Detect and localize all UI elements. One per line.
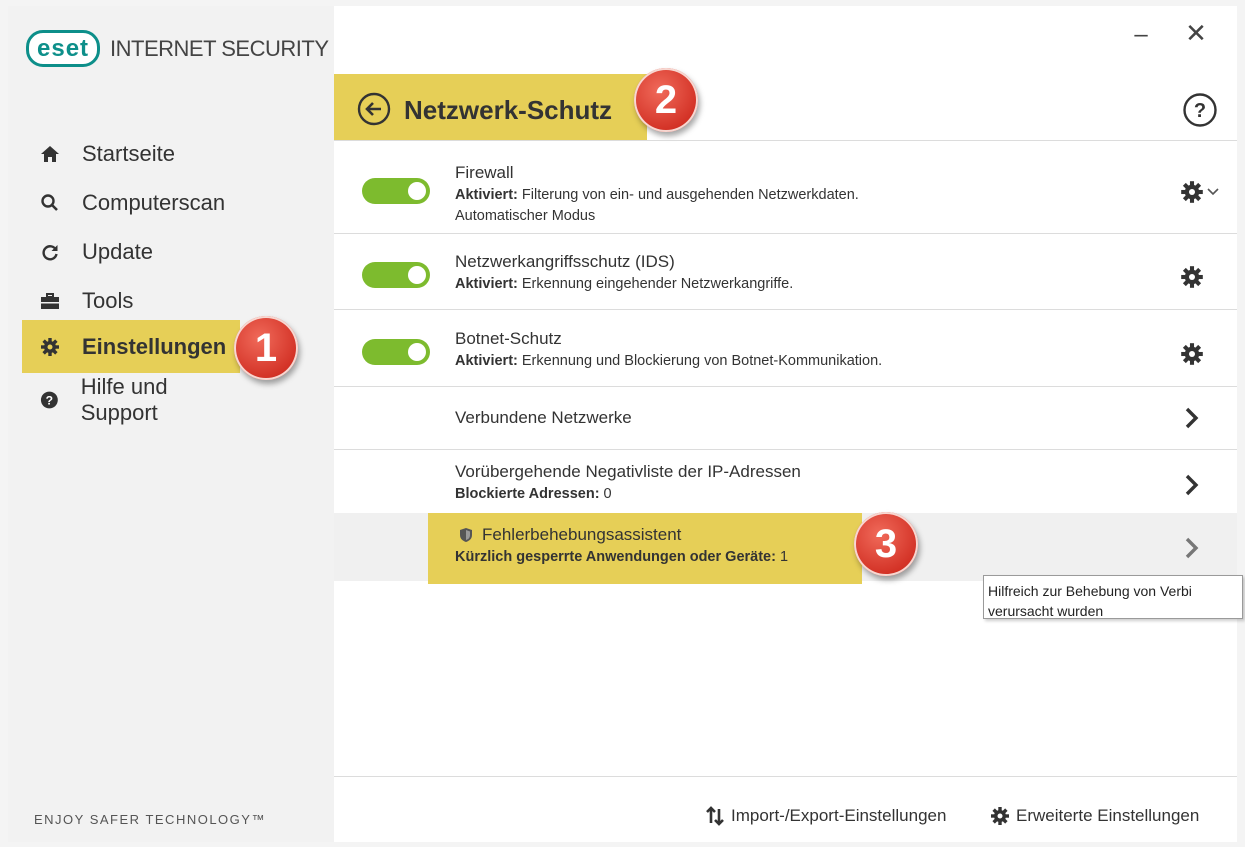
svg-text:?: ?: [46, 393, 53, 407]
firewall-title: Firewall: [455, 163, 514, 182]
troubleshoot-status: Kürzlich gesperrte Anwendungen oder Gerä…: [455, 549, 788, 565]
firewall-toggle[interactable]: [362, 178, 430, 204]
briefcase-icon: [41, 292, 59, 309]
back-arrow-icon[interactable]: [357, 92, 391, 126]
chevron-right-icon[interactable]: [1181, 405, 1201, 431]
ids-status: Aktiviert: Erkennung eingehender Netzwer…: [455, 276, 793, 292]
sidebar-item-hilfe[interactable]: ? Hilfe und Support: [22, 373, 240, 426]
sidebar-item-label: Hilfe und Support: [80, 373, 168, 425]
search-icon: [41, 193, 58, 211]
tooltip: Hilfreich zur Behebung von Verbi verursa…: [983, 575, 1243, 619]
sidebar-item-startseite[interactable]: Startseite: [22, 127, 240, 180]
tooltip-line-1: Hilfreich zur Behebung von Verbi: [988, 583, 1192, 599]
import-export-label: Import-/Export-Einstellungen: [731, 806, 947, 825]
botnet-title: Botnet-Schutz: [455, 329, 562, 348]
close-button[interactable]: ✕: [1178, 18, 1214, 54]
status-description: Erkennung eingehender Netzwerkangriffe.: [517, 276, 794, 292]
status-description: Filterung von ein- und ausgehenden Netzw…: [517, 187, 859, 203]
chevron-down-icon[interactable]: [1206, 185, 1220, 199]
ids-toggle[interactable]: [362, 262, 430, 288]
networks-title: Verbundene Netzwerke: [455, 408, 632, 427]
botnet-toggle[interactable]: [362, 339, 430, 365]
advanced-settings-button[interactable]: Erweiterte Einstellungen: [990, 806, 1199, 826]
sidebar-item-computerscan[interactable]: Computerscan: [22, 176, 240, 229]
blacklist-status: Blockierte Adressen: 0: [455, 486, 612, 502]
ids-row: Netzwerkangriffsschutz (IDS) Aktiviert: …: [334, 234, 1237, 309]
blocked-label: Blockierte Adressen:: [455, 486, 600, 502]
product-name: INTERNET SECURITY: [110, 35, 329, 61]
annotation-badge-3: 3: [854, 512, 918, 576]
logo-text: eset: [37, 34, 90, 62]
gear-icon: [41, 337, 59, 356]
logo: eset INTERNET SECURITY: [26, 30, 329, 67]
import-export-button[interactable]: Import-/Export-Einstellungen: [705, 806, 946, 826]
help-circle-icon: ?: [40, 391, 58, 408]
help-icon[interactable]: ?: [1182, 92, 1218, 128]
tagline: ENJOY SAFER TECHNOLOGY™: [34, 812, 266, 827]
blocked-count: 0: [599, 486, 612, 502]
status-label: Aktiviert:: [455, 276, 518, 292]
sidebar-item-label: Startseite: [82, 140, 175, 166]
status-description: Erkennung und Blockierung von Botnet-Kom…: [517, 353, 883, 369]
ids-title: Netzwerkangriffsschutz (IDS): [455, 252, 675, 271]
advanced-settings-label: Erweiterte Einstellungen: [1016, 806, 1200, 825]
troubleshoot-row[interactable]: Fehlerbehebungsassistent Kürzlich gesper…: [334, 513, 1237, 581]
botnet-row: Botnet-Schutz Aktiviert: Erkennung und B…: [334, 310, 1237, 386]
svg-text:?: ?: [1194, 100, 1206, 122]
sidebar-item-update[interactable]: Update: [22, 225, 240, 278]
sidebar: eset INTERNET SECURITY Startseite Comput…: [8, 6, 334, 842]
chevron-right-icon[interactable]: [1181, 535, 1201, 561]
sidebar-item-label: Tools: [82, 287, 134, 313]
botnet-gear-icon[interactable]: [1180, 342, 1204, 366]
annotation-badge-2: 2: [634, 68, 698, 132]
blacklist-row[interactable]: Vorübergehende Negativliste der IP-Adres…: [334, 450, 1237, 513]
botnet-status: Aktiviert: Erkennung und Blockierung von…: [455, 353, 882, 369]
sidebar-item-label: Update: [82, 238, 153, 264]
home-icon: [41, 145, 59, 162]
eset-logo: eset: [26, 30, 101, 67]
chevron-right-icon[interactable]: [1181, 472, 1201, 498]
footer-divider: [334, 776, 1237, 777]
ids-gear-icon[interactable]: [1180, 265, 1204, 289]
blocked-apps-label: Kürzlich gesperrte Anwendungen oder Gerä…: [455, 549, 776, 565]
troubleshoot-title: Fehlerbehebungsassistent: [482, 525, 682, 544]
networks-row[interactable]: Verbundene Netzwerke: [334, 387, 1237, 449]
shield-icon: [460, 528, 472, 542]
status-label: Aktiviert:: [455, 353, 518, 369]
gear-icon: [991, 807, 1009, 825]
sidebar-item-label: Einstellungen: [82, 333, 227, 359]
status-label: Aktiviert:: [455, 187, 518, 203]
annotation-badge-1: 1: [234, 316, 298, 380]
firewall-mode: Automatischer Modus: [455, 208, 596, 224]
firewall-gear-icon[interactable]: [1180, 180, 1204, 204]
firewall-status: Aktiviert: Filterung von ein- und ausgeh…: [455, 187, 859, 203]
import-export-icon: [706, 806, 724, 826]
refresh-icon: [42, 244, 58, 260]
tooltip-line-2: verursacht wurden: [988, 603, 1104, 619]
page-title: Netzwerk-Schutz: [404, 95, 613, 125]
app-window: eset INTERNET SECURITY Startseite Comput…: [8, 6, 1237, 842]
blocked-apps-count: 1: [775, 549, 789, 565]
sidebar-item-label: Computerscan: [82, 189, 226, 215]
firewall-row: Firewall Aktiviert: Filterung von ein- u…: [334, 141, 1237, 233]
minimize-button[interactable]: –: [1123, 21, 1159, 51]
sidebar-item-einstellungen[interactable]: Einstellungen: [22, 320, 240, 373]
blacklist-title: Vorübergehende Negativliste der IP-Adres…: [455, 462, 801, 481]
